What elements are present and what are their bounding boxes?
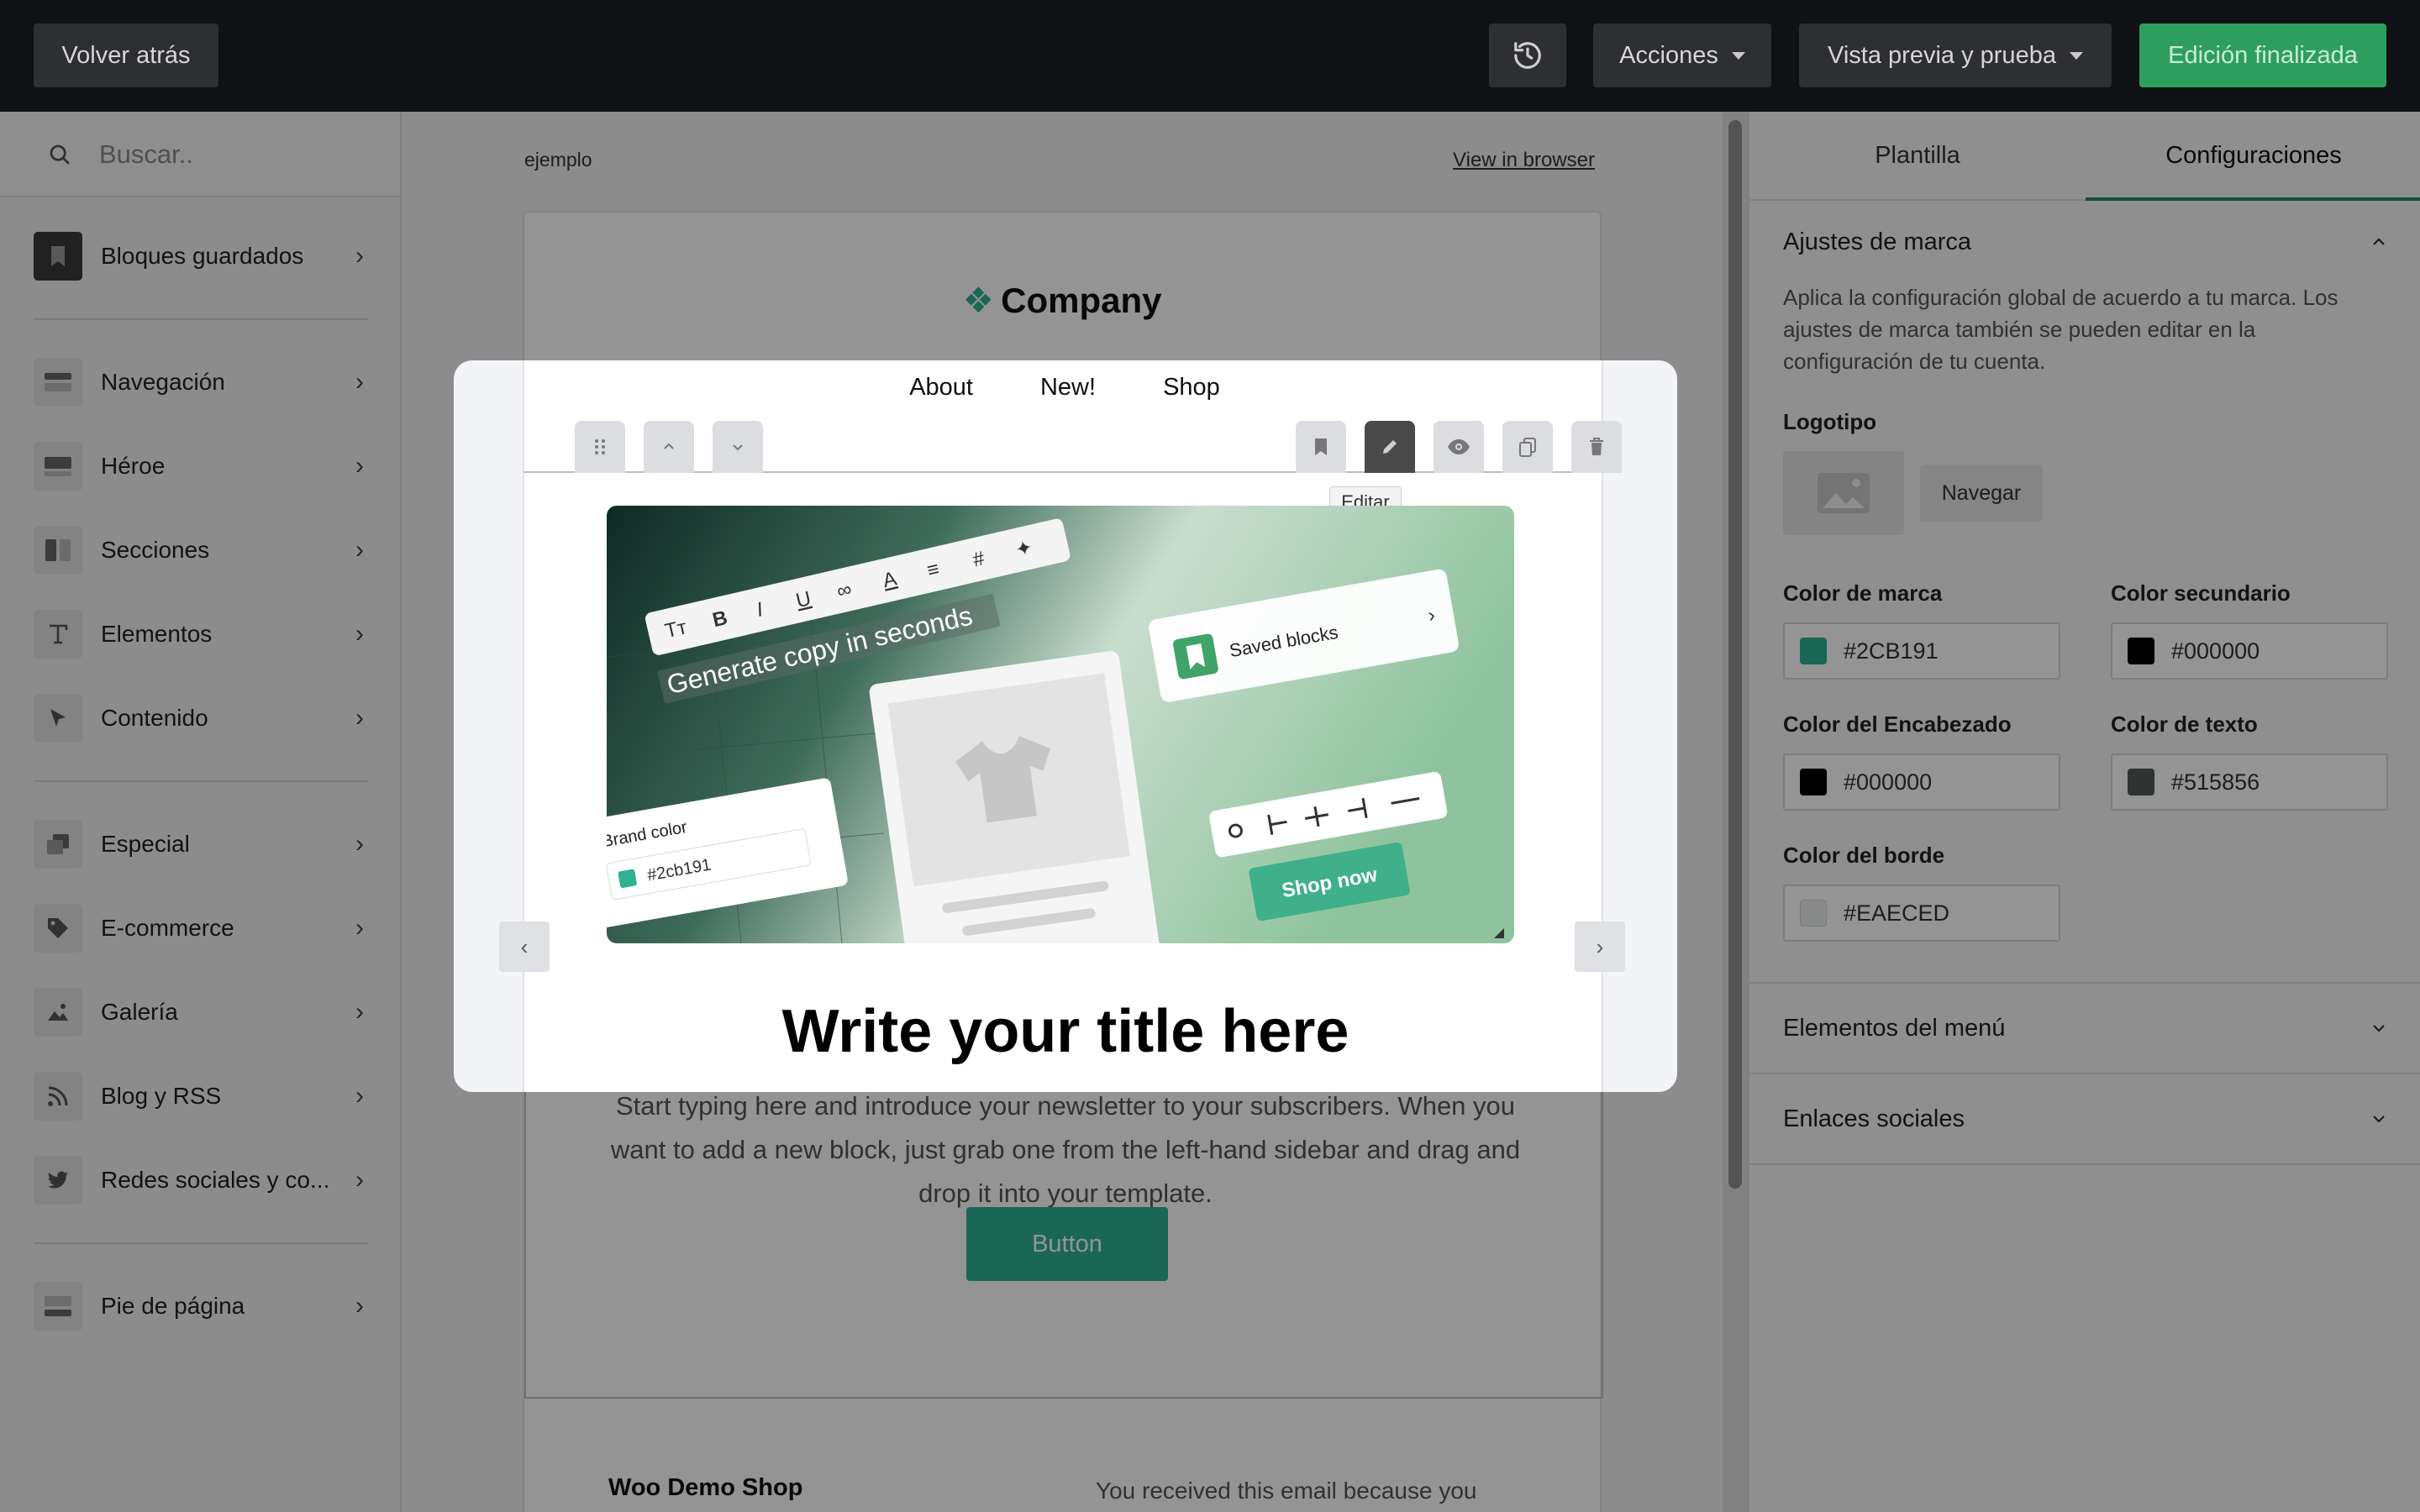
- chevron-right-icon: ›: [1596, 933, 1604, 959]
- finish-editing-button[interactable]: Edición finalizada: [2139, 24, 2386, 87]
- bookmark-icon: [1315, 438, 1327, 455]
- history-icon: [1514, 42, 1541, 69]
- trash-icon: [1590, 438, 1603, 455]
- move-up-button[interactable]: [644, 421, 694, 473]
- chevron-up-icon: [664, 443, 674, 449]
- back-button[interactable]: Volver atrás: [34, 24, 218, 87]
- drag-handle-button[interactable]: [575, 421, 625, 473]
- chevron-down-icon: [733, 444, 743, 451]
- hero-title[interactable]: Write your title here: [454, 997, 1677, 1066]
- edit-block-button[interactable]: [1365, 421, 1415, 473]
- chevron-down-icon: [2069, 51, 2083, 60]
- preview-dropdown[interactable]: Vista previa y prueba: [1799, 24, 2112, 87]
- nav-link[interactable]: About: [909, 374, 973, 402]
- previous-slide-button[interactable]: ‹: [499, 921, 550, 972]
- delete-block-button[interactable]: [1571, 421, 1622, 473]
- move-down-button[interactable]: [713, 421, 763, 473]
- hero-image: Tт B I U ∞ A ≡ # ✦ Generate copy in seconds Bran…: [607, 506, 1514, 943]
- pencil-icon: [1383, 440, 1397, 454]
- copy-icon: [1519, 438, 1536, 457]
- top-bar: Volver atrás Acciones Vista previa y pru…: [0, 0, 2420, 112]
- email-nav: About New! Shop: [524, 374, 1605, 402]
- nav-link[interactable]: Shop: [1163, 374, 1220, 402]
- actions-label: Acciones: [1619, 41, 1718, 69]
- duplicate-block-button[interactable]: [1502, 421, 1553, 473]
- preview-block-button[interactable]: [1434, 421, 1484, 473]
- chevron-down-icon: [1731, 51, 1745, 60]
- eye-icon: [1448, 439, 1470, 454]
- chevron-left-icon: ‹: [520, 933, 529, 959]
- hero-illustration: Tт B I U ∞ A ≡ # ✦ Generate copy in seconds Bran…: [607, 506, 1514, 943]
- save-block-button[interactable]: [1296, 421, 1346, 473]
- preview-label: Vista previa y prueba: [1828, 41, 2056, 69]
- history-button[interactable]: [1489, 24, 1566, 87]
- next-slide-button[interactable]: ›: [1575, 921, 1625, 972]
- hero-preview-modal: About New! Shop Editar Tт B I U ∞ A ≡ # …: [454, 360, 1677, 1092]
- actions-dropdown[interactable]: Acciones: [1593, 24, 1771, 87]
- drag-handle-icon: [595, 439, 605, 454]
- nav-link[interactable]: New!: [1040, 374, 1096, 402]
